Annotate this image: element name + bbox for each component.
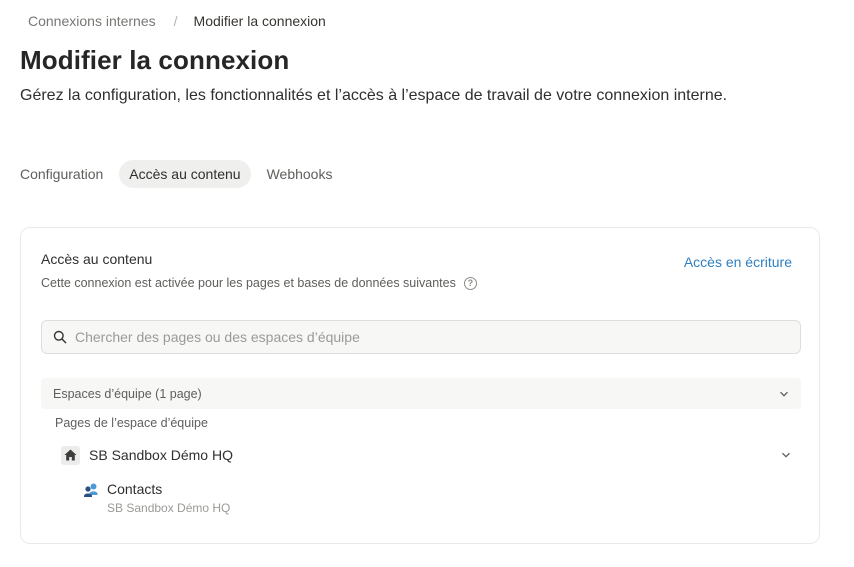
tab-webhooks[interactable]: Webhooks (257, 160, 343, 188)
contacts-people-icon (84, 483, 98, 497)
page-subtitle: Gérez la configuration, les fonctionnali… (20, 87, 728, 104)
workspace-info: SB Sandbox Démo HQ (61, 445, 233, 465)
content-access-card: Accès au contenu Cette connexion est act… (20, 227, 820, 544)
chevron-down-icon (780, 391, 788, 397)
teamspaces-section-label: Espaces d’équipe (1 page) (53, 386, 202, 401)
tab-content-access[interactable]: Accès au contenu (119, 160, 251, 188)
page-title: Modifier la connexion (20, 45, 290, 75)
tab-bar: Configuration Accès au contenu Webhooks (20, 160, 342, 188)
breadcrumb: Connexions internes / Modifier la connex… (28, 13, 326, 29)
workspace-row[interactable]: SB Sandbox Démo HQ (61, 444, 791, 466)
breadcrumb-parent-link[interactable]: Connexions internes (28, 13, 156, 29)
list-item[interactable]: Contacts SB Sandbox Démo HQ (83, 481, 230, 515)
card-title: Accès au contenu (41, 251, 153, 267)
teamspace-pages-label: Pages de l’espace d’équipe (55, 416, 208, 430)
teamspaces-section-toggle[interactable]: Espaces d’équipe (1 page) (41, 378, 801, 409)
card-description-text: Cette connexion est activée pour les pag… (41, 276, 456, 290)
tab-configuration[interactable]: Configuration (20, 160, 113, 188)
search-icon (53, 330, 67, 344)
write-access-link[interactable]: Accès en écriture (684, 254, 792, 270)
help-icon[interactable]: ? (463, 276, 477, 290)
page-text: Contacts SB Sandbox Démo HQ (107, 481, 230, 515)
page-name: Contacts (107, 481, 163, 497)
breadcrumb-separator: / (173, 13, 178, 29)
search-box[interactable] (41, 320, 801, 354)
breadcrumb-current: Modifier la connexion (193, 13, 326, 29)
card-description: Cette connexion est activée pour les pag… (41, 276, 477, 290)
search-input[interactable] (75, 329, 765, 345)
chevron-down-icon[interactable] (781, 450, 791, 460)
home-icon (61, 445, 80, 465)
workspace-name: SB Sandbox Démo HQ (89, 447, 233, 463)
page-parent: SB Sandbox Démo HQ (107, 501, 231, 515)
